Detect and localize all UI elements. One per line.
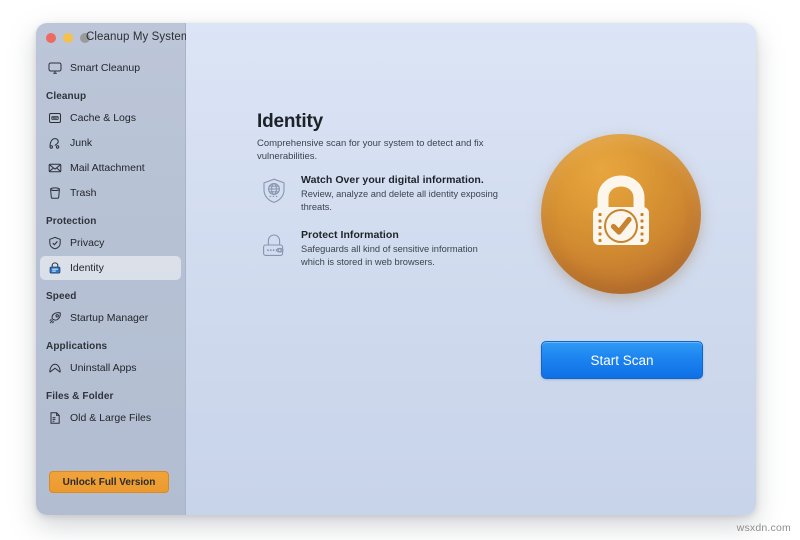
sidebar-item-label: Privacy	[70, 237, 105, 249]
sidebar-group-applications: Applications	[46, 341, 108, 352]
feature-description: Safeguards all kind of sensitive informa…	[301, 244, 478, 268]
unlock-full-version-button[interactable]: Unlock Full Version	[49, 471, 169, 493]
lock-check-badge-icon	[593, 175, 649, 245]
sidebar-group-files-and-folder: Files & Folder	[46, 391, 114, 402]
shield-check-icon	[46, 234, 64, 252]
sidebar-item-label: Mail Attachment	[70, 162, 145, 174]
rocket-icon	[46, 309, 64, 327]
sidebar-item-startup-manager[interactable]: Startup Manager	[40, 306, 181, 330]
traffic-lights	[46, 33, 90, 43]
monitor-icon	[46, 59, 64, 77]
feature-item-protect-information: Protect Information Safeguards all kind …	[257, 228, 527, 269]
sidebar-item-label: Startup Manager	[70, 312, 149, 324]
page-title: Identity	[257, 111, 323, 132]
sidebar: Cleanup My System Smart Cleanup Cleanup	[36, 23, 191, 515]
feature-title: Protect Information	[301, 229, 399, 242]
sidebar-item-trash[interactable]: Trash	[40, 181, 181, 205]
sidebar-item-cache-and-logs[interactable]: LOG Cache & Logs	[40, 106, 181, 130]
sidebar-nav: Smart Cleanup Cleanup LOG Cache & Logs J…	[36, 55, 185, 431]
start-scan-button[interactable]: Start Scan	[541, 341, 703, 379]
sidebar-group-protection: Protection	[46, 216, 97, 227]
sidebar-item-smart-cleanup[interactable]: Smart Cleanup	[40, 56, 181, 80]
main-panel: Identity Comprehensive scan for your sys…	[186, 23, 756, 515]
envelope-icon	[46, 159, 64, 177]
sidebar-item-label: Identity	[70, 262, 104, 274]
sidebar-item-label: Uninstall Apps	[70, 362, 137, 374]
sidebar-item-junk[interactable]: Junk	[40, 131, 181, 155]
sidebar-item-label: Junk	[70, 137, 93, 149]
sidebar-item-privacy[interactable]: Privacy	[40, 231, 181, 255]
document-icon	[46, 409, 64, 427]
close-window-button[interactable]	[46, 33, 56, 43]
feature-text: Watch Over your digital information. Rev…	[301, 173, 501, 214]
sidebar-group-speed: Speed	[46, 291, 77, 302]
feature-item-watch-over: Watch Over your digital information. Rev…	[257, 173, 527, 214]
sidebar-item-label: Smart Cleanup	[70, 62, 141, 74]
page-subtitle: Comprehensive scan for your system to de…	[257, 138, 484, 162]
sidebar-item-label: Trash	[70, 187, 97, 199]
padlock-eye-icon	[257, 229, 291, 263]
junk-icon	[46, 134, 64, 152]
window-title: Cleanup My System	[86, 31, 191, 43]
sidebar-item-label: Cache & Logs	[70, 112, 136, 124]
app-arch-icon	[46, 359, 64, 377]
trash-icon	[46, 184, 64, 202]
lock-icon	[46, 259, 64, 277]
sidebar-item-label: Old & Large Files	[70, 412, 152, 424]
feature-text: Protect Information Safeguards all kind …	[301, 228, 501, 269]
shield-globe-icon	[257, 174, 291, 208]
log-file-icon: LOG	[46, 109, 64, 127]
sidebar-item-old-and-large-files[interactable]: Old & Large Files	[40, 406, 181, 430]
feature-title: Watch Over your digital information.	[301, 174, 484, 186]
sidebar-item-uninstall-apps[interactable]: Uninstall Apps	[40, 356, 181, 380]
sidebar-item-mail-attachment[interactable]: Mail Attachment	[40, 156, 181, 180]
watermark: wsxdn.com	[736, 522, 791, 534]
identity-hero-badge	[541, 134, 701, 294]
sidebar-item-identity[interactable]: Identity	[40, 256, 181, 280]
feature-description: Review, analyze and delete all identity …	[301, 189, 498, 213]
minimize-window-button[interactable]	[63, 33, 73, 43]
app-window: Cleanup My System Smart Cleanup Cleanup	[36, 23, 756, 515]
feature-list: Watch Over your digital information. Rev…	[257, 173, 527, 283]
svg-text:LOG: LOG	[52, 116, 59, 120]
sidebar-group-cleanup: Cleanup	[46, 91, 87, 102]
